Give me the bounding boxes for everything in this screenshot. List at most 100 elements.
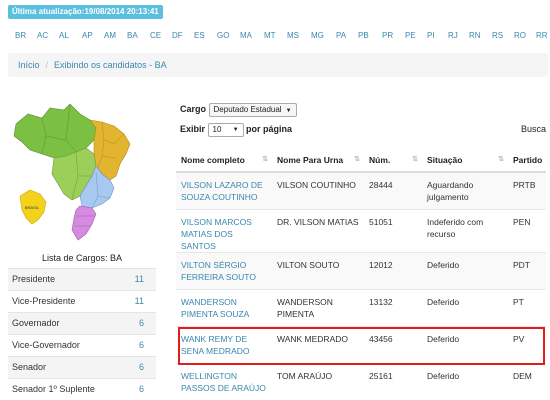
cargo-filter-label: Cargo xyxy=(180,104,207,114)
map-region-south[interactable] xyxy=(71,205,97,241)
state-link-rj[interactable]: RJ xyxy=(448,30,458,42)
state-link-ro[interactable]: RO xyxy=(514,30,526,42)
cargo-count[interactable]: 6 xyxy=(139,357,144,378)
column-header-full-name[interactable]: Nome completo ⇅ xyxy=(176,148,272,173)
ballot-name: VILTON SOUTO xyxy=(272,251,364,289)
cargo-item-governador[interactable]: Governador 6 xyxy=(8,312,156,334)
candidate-status: Aguardando julgamento xyxy=(422,171,508,209)
column-header-number[interactable]: Núm. ⇅ xyxy=(364,148,422,173)
cargo-select-value: Deputado Estadual xyxy=(213,104,282,114)
state-link-pr[interactable]: PR xyxy=(382,30,393,42)
state-link-pe[interactable]: PE xyxy=(405,30,416,42)
state-link-ce[interactable]: CE xyxy=(150,30,161,42)
candidate-status: Deferido xyxy=(422,362,508,400)
candidates-table: Nome completo ⇅ Nome Para Urna ⇅ Núm. ⇅ Sit… xyxy=(176,148,546,400)
page-size-value: 10 xyxy=(212,124,222,134)
state-link-ma[interactable]: MA xyxy=(240,30,252,42)
state-link-br[interactable]: BR xyxy=(15,30,26,42)
state-link-pa[interactable]: PA xyxy=(336,30,346,42)
page-size-filter: Exibir 10 ▼ por página xyxy=(180,122,292,137)
candidate-party: PRTB xyxy=(508,171,546,209)
sort-icon: ⇅ xyxy=(498,156,504,163)
sort-icon: ⇅ xyxy=(354,156,360,163)
state-link-df[interactable]: DF xyxy=(172,30,183,42)
candidate-number: 25161 xyxy=(364,362,422,400)
state-link-mt[interactable]: MT xyxy=(264,30,276,42)
map-inset-label: BRASIL xyxy=(25,205,40,210)
column-header-ballot-name[interactable]: Nome Para Urna ⇅ xyxy=(272,148,364,173)
candidate-party: PT xyxy=(508,288,546,326)
state-link-pi[interactable]: PI xyxy=(427,30,435,42)
candidate-party: DEM xyxy=(508,362,546,400)
candidate-status: Indeferido com recurso xyxy=(422,208,508,252)
state-link-go[interactable]: GO xyxy=(217,30,229,42)
cargo-list-title: Lista de Cargos: BA xyxy=(41,253,123,263)
table-header-row: Nome completo ⇅ Nome Para Urna ⇅ Núm. ⇅ Sit… xyxy=(176,148,546,173)
candidate-party: PEN xyxy=(508,208,546,252)
cargo-name: Senador xyxy=(12,362,47,372)
brazil-map[interactable]: BRASIL xyxy=(6,96,138,244)
state-link-mg[interactable]: MG xyxy=(311,30,324,42)
cargo-name: Presidente xyxy=(12,274,56,284)
sort-icon: ⇅ xyxy=(412,156,418,163)
state-link-am[interactable]: AM xyxy=(104,30,116,42)
candidate-status: Deferido xyxy=(422,325,508,363)
state-link-rn[interactable]: RN xyxy=(469,30,481,42)
candidate-number: 51051 xyxy=(364,208,422,252)
sort-icon: ⇅ xyxy=(262,156,268,163)
state-link-pb[interactable]: PB xyxy=(358,30,369,42)
state-link-al[interactable]: AL xyxy=(59,30,69,42)
table-row: VILSON LAZARO DE SOUZA COUTINHO VILSON C… xyxy=(176,171,546,209)
cargo-count[interactable]: 6 xyxy=(139,379,144,400)
cargo-filter: Cargo Deputado Estadual ▼ xyxy=(180,102,297,117)
cargo-count[interactable]: 6 xyxy=(139,335,144,356)
candidate-name-link[interactable]: VILTON SÉRGIO FERREIRA SOUTO xyxy=(181,260,256,282)
cargo-list: Presidente 11 Vice-Presidente 11 Governado… xyxy=(8,268,156,400)
table-row: VILTON SÉRGIO FERREIRA SOUTO VILTON SOUT… xyxy=(176,251,546,289)
state-link-ms[interactable]: MS xyxy=(287,30,299,42)
candidate-number: 12012 xyxy=(364,251,422,289)
chevron-down-icon: ▼ xyxy=(285,107,292,114)
table-row: VILSON MARCOS MATIAS DOS SANTOS DR. VILS… xyxy=(176,208,546,252)
table-row: WELLINGTON PASSOS DE ARAÚJO TOM ARAÚJO 2… xyxy=(176,362,546,400)
cargo-name: Governador xyxy=(12,318,60,328)
page-size-select[interactable]: 10 ▼ xyxy=(207,122,244,137)
candidate-name-link[interactable]: WANDERSON PIMENTA SOUZA xyxy=(181,297,249,319)
state-link-ap[interactable]: AP xyxy=(82,30,93,42)
column-header-party[interactable]: Partido xyxy=(508,148,546,173)
candidate-name-link[interactable]: WELLINGTON PASSOS DE ARAÚJO xyxy=(181,371,266,393)
column-header-status[interactable]: Situação ⇅ xyxy=(422,148,508,173)
last-update-badge: Última atualização:19/08/2014 20:13:41 xyxy=(8,5,163,19)
cargo-item-vice-governador[interactable]: Vice-Governador 6 xyxy=(8,334,156,356)
cargo-count[interactable]: 11 xyxy=(135,291,144,312)
cargo-item-senador-1-suplente[interactable]: Senador 1º Suplente 6 xyxy=(8,378,156,400)
breadcrumb-home-link[interactable]: Início xyxy=(18,60,40,70)
search-label: Busca xyxy=(520,124,546,134)
cargo-item-senador[interactable]: Senador 6 xyxy=(8,356,156,378)
candidate-number: 28444 xyxy=(364,171,422,209)
candidate-name-link[interactable]: VILSON MARCOS MATIAS DOS SANTOS xyxy=(181,217,252,251)
cargo-item-vice-presidente[interactable]: Vice-Presidente 11 xyxy=(8,290,156,312)
state-link-ac[interactable]: AC xyxy=(37,30,48,42)
cargo-name: Vice-Presidente xyxy=(12,296,76,306)
ballot-name: DR. VILSON MATIAS xyxy=(272,208,364,252)
state-link-es[interactable]: ES xyxy=(194,30,205,42)
candidate-name-link[interactable]: WANK REMY DE SENA MEDRADO xyxy=(181,334,250,356)
candidate-name-link[interactable]: VILSON LAZARO DE SOUZA COUTINHO xyxy=(181,180,263,202)
state-link-rr[interactable]: RR xyxy=(536,30,548,42)
cargo-count[interactable]: 11 xyxy=(135,269,144,290)
ballot-name: WANDERSON PIMENTA xyxy=(272,288,364,326)
state-link-ba[interactable]: BA xyxy=(127,30,138,42)
cargo-select[interactable]: Deputado Estadual ▼ xyxy=(208,102,297,117)
breadcrumb-current: Exibindo os candidatos - BA xyxy=(54,60,167,70)
candidate-party: PV xyxy=(508,325,546,363)
map-inset: BRASIL xyxy=(19,189,47,225)
state-link-rs[interactable]: RS xyxy=(492,30,503,42)
table-row-highlighted: WANK REMY DE SENA MEDRADO WANK MEDRADO 4… xyxy=(176,325,546,363)
candidate-number: 43456 xyxy=(364,325,422,363)
breadcrumb: Início / Exibindo os candidatos - BA xyxy=(8,53,548,77)
state-nav: BR AC AL AP AM BA CE DF ES GO MA MT MS M… xyxy=(8,30,548,42)
cargo-item-presidente[interactable]: Presidente 11 xyxy=(8,268,156,290)
candidate-party: PDT xyxy=(508,251,546,289)
cargo-count[interactable]: 6 xyxy=(139,313,144,334)
